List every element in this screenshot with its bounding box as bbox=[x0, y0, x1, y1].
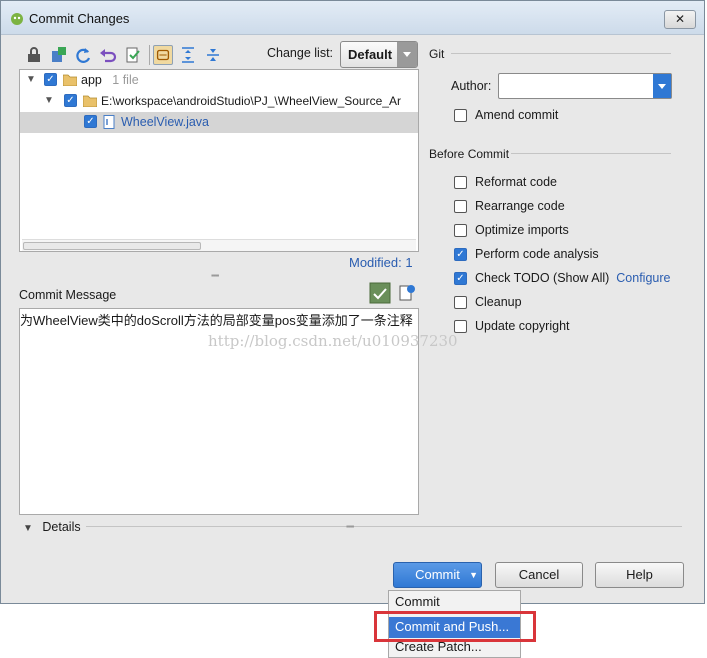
folder-icon bbox=[83, 95, 97, 107]
commit-changes-dialog: Commit Changes ✕ Change list: Default ▼ … bbox=[0, 0, 705, 604]
amend-commit-label: Amend commit bbox=[475, 108, 559, 122]
reformat-code-checkbox[interactable] bbox=[454, 176, 467, 189]
optimize-imports-label: Optimize imports bbox=[475, 223, 569, 237]
perform-code-analysis-checkbox[interactable]: ✓ bbox=[454, 248, 467, 261]
title-bar: Commit Changes ✕ bbox=[1, 1, 704, 35]
chevron-down-icon[interactable] bbox=[397, 42, 417, 67]
module-checkbox[interactable]: ✓ bbox=[44, 73, 57, 86]
change-list-value: Default bbox=[348, 47, 393, 62]
group-by-directory-icon[interactable] bbox=[153, 45, 173, 65]
file-name: WheelView.java bbox=[121, 115, 210, 129]
tree-row-directory[interactable]: ▼ ✓ E:\workspace\androidStudio\PJ_\Wheel… bbox=[20, 91, 418, 112]
close-button[interactable]: ✕ bbox=[664, 10, 696, 29]
details-toggle[interactable]: ▼ Details bbox=[23, 520, 81, 534]
chevron-down-icon[interactable]: ▼ bbox=[26, 74, 36, 85]
divider bbox=[86, 526, 682, 527]
before-commit-title: Before Commit bbox=[429, 147, 510, 161]
check-todo-checkbox[interactable]: ✓ bbox=[454, 272, 467, 285]
chevron-down-icon: ▼ bbox=[23, 523, 33, 534]
optimize-imports-checkbox[interactable] bbox=[454, 224, 467, 237]
window-title: Commit Changes bbox=[29, 11, 130, 26]
rearrange-code-label: Rearrange code bbox=[475, 199, 565, 213]
tree-row-file[interactable]: ✓ WheelView.java bbox=[20, 112, 418, 133]
highlight-annotation-box bbox=[374, 611, 536, 642]
splitter-grip[interactable]: ▪▪▪▪ bbox=[211, 271, 219, 280]
commit-button-label: Commit bbox=[415, 567, 460, 582]
toolbar-separator bbox=[149, 45, 150, 65]
author-label: Author: bbox=[451, 79, 492, 93]
spellcheck-icon[interactable] bbox=[369, 282, 391, 304]
changed-files-tree[interactable]: ▼ ✓ app 1 file ▼ ✓ E:\workspace\androidS… bbox=[19, 69, 419, 252]
chevron-down-icon[interactable] bbox=[653, 74, 671, 98]
expand-all-icon[interactable] bbox=[178, 45, 198, 65]
chevron-down-icon[interactable]: ▼ bbox=[44, 95, 54, 106]
configure-link[interactable]: Configure bbox=[616, 271, 670, 285]
rearrange-code-checkbox[interactable] bbox=[454, 200, 467, 213]
cleanup-label: Cleanup bbox=[475, 295, 522, 309]
divider bbox=[451, 53, 671, 54]
undo-icon[interactable] bbox=[98, 45, 118, 65]
move-to-changelist-icon[interactable] bbox=[49, 45, 69, 65]
android-icon bbox=[11, 13, 23, 25]
horizontal-scrollbar[interactable] bbox=[22, 239, 416, 251]
file-checkbox[interactable]: ✓ bbox=[84, 115, 97, 128]
change-list-label: Change list: bbox=[267, 46, 334, 60]
details-label: Details bbox=[42, 520, 81, 534]
module-label: app 1 file bbox=[81, 73, 139, 87]
amend-commit-checkbox[interactable] bbox=[454, 109, 467, 122]
watermark: http://blog.csdn.net/u010937230 bbox=[208, 332, 458, 350]
collapse-all-icon[interactable] bbox=[203, 45, 223, 65]
scrollbar-thumb[interactable] bbox=[23, 242, 201, 250]
commit-message-label: Commit Message bbox=[19, 288, 117, 302]
directory-path: E:\workspace\androidStudio\PJ_\WheelView… bbox=[101, 94, 401, 108]
update-copyright-checkbox[interactable] bbox=[454, 320, 467, 333]
perform-code-analysis-label: Perform code analysis bbox=[475, 247, 599, 261]
java-file-icon bbox=[103, 115, 115, 129]
git-section-title: Git bbox=[429, 47, 445, 61]
commit-button[interactable]: Commit ▼ bbox=[393, 562, 482, 588]
refresh-remote-icon[interactable] bbox=[24, 45, 44, 65]
update-copyright-label: Update copyright bbox=[475, 319, 570, 333]
module-folder-icon bbox=[63, 74, 77, 86]
cancel-button[interactable]: Cancel bbox=[495, 562, 583, 588]
reformat-code-label: Reformat code bbox=[475, 175, 557, 189]
tree-row-module[interactable]: ▼ ✓ app 1 file bbox=[20, 70, 418, 91]
help-button[interactable]: Help bbox=[595, 562, 684, 588]
cleanup-checkbox[interactable] bbox=[454, 296, 467, 309]
module-file-count: 1 file bbox=[112, 73, 139, 87]
commit-history-icon[interactable] bbox=[396, 282, 418, 304]
refresh-icon[interactable] bbox=[73, 45, 93, 65]
splitter-grip[interactable]: ▪▪▪▪ bbox=[346, 522, 354, 531]
menu-item-commit[interactable]: Commit bbox=[389, 592, 520, 613]
directory-checkbox[interactable]: ✓ bbox=[64, 94, 77, 107]
check-todo-label: Check TODO (Show All) Configure bbox=[475, 271, 671, 285]
commit-message-text: 为WheelView类中的doScroll方法的局部变量pos变量添加了一条注释 bbox=[20, 313, 413, 328]
modified-count: Modified: 1 bbox=[349, 255, 413, 270]
author-field[interactable] bbox=[498, 73, 672, 99]
diff-icon[interactable] bbox=[123, 45, 143, 65]
change-list-select[interactable]: Default bbox=[340, 41, 418, 68]
chevron-down-icon[interactable]: ▼ bbox=[469, 563, 478, 587]
divider bbox=[511, 153, 671, 154]
